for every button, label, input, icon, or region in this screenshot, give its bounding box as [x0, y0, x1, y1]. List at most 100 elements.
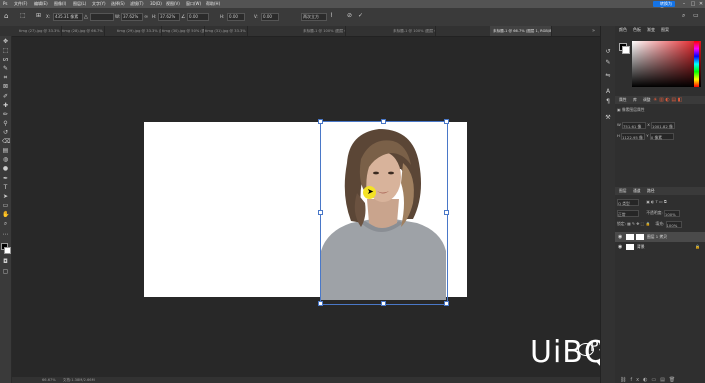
shape-icon[interactable]: ▭ [2, 202, 9, 209]
quick-select-icon[interactable]: ✎ [2, 65, 9, 72]
menu-file[interactable]: 文件(F) [14, 0, 27, 8]
marquee-icon[interactable]: ⬚ [2, 47, 9, 54]
doc-tab[interactable]: timg (30).jpg @ 50% (图层 0, RGB/8#) [159, 26, 205, 36]
eraser-icon[interactable]: ⌫ [2, 138, 10, 145]
visibility-eye-icon[interactable]: ◉ [618, 232, 622, 242]
doc-tab[interactable]: 未标题-1 @ 100% (图层 0, RGB/8#) [300, 26, 346, 36]
type-icon[interactable]: T [2, 184, 9, 191]
lock-icons[interactable]: ▦ ✎ ✥ ⬚ 🔒 [627, 221, 650, 226]
history-icon[interactable]: ↺ [604, 48, 612, 56]
tab-overflow-icon[interactable]: » [592, 26, 595, 36]
frame-icon[interactable]: ⊠ [2, 83, 9, 90]
transform-handle-right[interactable] [444, 210, 449, 215]
menu-select[interactable]: 选择(S) [111, 0, 125, 8]
angle-field[interactable]: 0.00 [187, 13, 209, 21]
workspace-icon[interactable]: ▭ [693, 12, 699, 19]
layer-row[interactable]: ◉ 图层 1 拷贝 [615, 232, 705, 242]
link-icon[interactable]: ∞ [144, 14, 148, 20]
move-icon[interactable]: ✥ [2, 38, 9, 45]
paragraph-icon[interactable]: ¶ [604, 98, 612, 106]
doc-tab[interactable]: 未标题-1 @ 100% (图层 0, RGB/8#) [390, 26, 436, 36]
menu-window[interactable]: 窗口(W) [186, 0, 201, 8]
tab-adjustments[interactable]: 调整 [641, 96, 651, 104]
tools-icon[interactable]: ⚒ [604, 114, 612, 122]
path-select-icon[interactable]: ➤ [2, 193, 9, 200]
layer-name[interactable]: 图层 1 拷贝 [647, 232, 667, 242]
quick-mask-icon[interactable]: ◘ [2, 258, 9, 265]
brush-settings-icon[interactable]: ✎ [604, 59, 612, 67]
clone-source-icon[interactable]: ⇋ [604, 72, 612, 80]
transform-handle-br[interactable] [444, 301, 449, 306]
doc-tab-active[interactable]: 未标题-1 @ 66.7% (图层 1, RGB/8#) [490, 26, 552, 36]
transform-handle-tl[interactable] [318, 119, 323, 124]
layer-filter-select[interactable]: Q 类型 [617, 198, 639, 206]
commit-transform-icon[interactable]: ✓ [358, 12, 363, 19]
transform-handle-left[interactable] [318, 210, 323, 215]
filter-icons[interactable]: ▣ ◐ T ▭ ⧉ [646, 199, 666, 204]
doc-tab[interactable]: timg (29).jpg @ 33.3% (图层 0, RGB/8#) [114, 26, 162, 36]
tab-patterns[interactable]: 图案 [661, 26, 669, 34]
hue-slider[interactable] [694, 41, 699, 87]
doc-info[interactable]: 文档:1.38M/2.66M [63, 378, 95, 382]
blend-mode-select[interactable]: 正常 [617, 209, 639, 217]
tab-layers[interactable]: 图层 [617, 187, 627, 195]
opacity-field[interactable]: 100% [663, 209, 680, 217]
doc-tab[interactable]: timg (27).jpg @ 33.3% (图层 0, RGB/8#) [16, 26, 62, 36]
tab-libraries[interactable]: 库 [631, 96, 637, 104]
warp-icon[interactable]: ⌇ [330, 12, 333, 19]
healing-icon[interactable]: ✚ [2, 102, 9, 109]
zoom-icon[interactable]: ⌕ [2, 220, 9, 227]
doc-tab[interactable]: timg (28).jpg @ 66.7% (图层 0, RGB/8#) [59, 26, 105, 36]
doc-tab[interactable]: timg (31).jpg @ 33.3% (图层 0, RGB/8#) [202, 26, 248, 36]
color-picker-field[interactable] [632, 41, 701, 87]
more-tools-icon[interactable]: ⋯ [2, 231, 9, 238]
y-position-field[interactable]: 0 像素 [649, 132, 674, 140]
tab-gradients[interactable]: 渐变 [647, 26, 655, 34]
gradient-icon[interactable]: ▤ [2, 147, 9, 154]
panel-background-color[interactable] [622, 46, 630, 54]
close-icon[interactable]: ✕ [697, 0, 705, 8]
stamp-icon[interactable]: ⚲ [2, 120, 9, 127]
crop-icon[interactable]: ⌗ [2, 74, 9, 81]
h-skew-field[interactable]: 0.00 [227, 13, 245, 21]
screen-mode-icon[interactable]: ▢ [2, 268, 9, 275]
transform-handle-bl[interactable] [318, 301, 323, 306]
visibility-eye-icon[interactable]: ◉ [618, 242, 622, 252]
home-icon[interactable]: ⌂ [4, 12, 8, 20]
menu-edit[interactable]: 编辑(E) [34, 0, 48, 8]
tab-channels[interactable]: 通道 [631, 187, 641, 195]
pen-icon[interactable]: ✒ [2, 175, 9, 182]
menu-layer[interactable]: 图层(L) [73, 0, 86, 8]
lasso-icon[interactable]: ᔕ [2, 56, 9, 63]
character-icon[interactable]: A [604, 88, 612, 96]
dodge-icon[interactable]: ● [2, 165, 9, 172]
interpolation-select[interactable]: 两次立方 [301, 13, 327, 21]
cloud-convert-button[interactable]: 转换为云 [653, 1, 675, 12]
transform-bounding-box[interactable] [320, 121, 448, 305]
transform-handle-top[interactable] [381, 119, 386, 124]
v-skew-field[interactable]: 0.00 [261, 13, 279, 21]
tab-swatches[interactable]: 色板 [633, 26, 641, 34]
transform-tool-icon[interactable]: ⬚ [20, 12, 26, 19]
blur-icon[interactable]: ◍ [2, 156, 9, 163]
menu-filter[interactable]: 滤镜(T) [130, 0, 144, 8]
brush-icon[interactable]: ✏ [2, 111, 9, 118]
layers-footer-icons[interactable]: ⛓fx◐▭▤🗑 [620, 377, 705, 383]
zoom-level[interactable]: 66.67% [42, 378, 56, 382]
background-color[interactable] [4, 247, 11, 254]
menu-image[interactable]: 图像(I) [54, 0, 66, 8]
eyedropper-icon[interactable]: ✐ [2, 93, 9, 100]
layer-row[interactable]: ◉ 背景 🔒 [615, 242, 705, 252]
delta-icon[interactable]: △ [84, 14, 88, 20]
layer-name[interactable]: 背景 [637, 242, 645, 252]
reference-point-icon[interactable]: ⊞ [36, 12, 41, 19]
hand-icon[interactable]: ✋ [2, 211, 9, 218]
transform-handle-bottom[interactable] [381, 301, 386, 306]
fill-field[interactable]: 100% [665, 220, 682, 228]
tab-paths[interactable]: 路径 [645, 187, 655, 195]
menu-view[interactable]: 视图(V) [166, 0, 180, 8]
tab-color[interactable]: 颜色 [619, 26, 627, 34]
h-field[interactable]: 37.62% [158, 13, 180, 21]
menu-help[interactable]: 帮助(H) [206, 0, 220, 8]
maximize-icon[interactable]: □ [689, 0, 697, 8]
